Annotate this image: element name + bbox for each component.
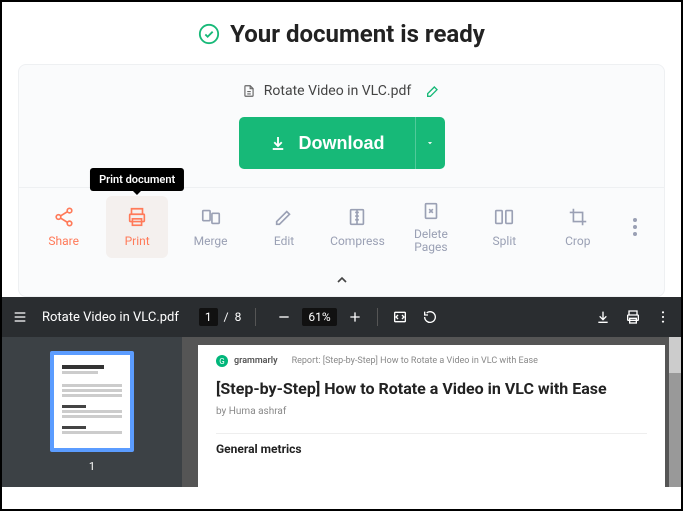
edit-icon (273, 206, 295, 228)
result-card: Rotate Video in VLC.pdf Download Share P… (18, 64, 665, 297)
toolbar-separator (255, 308, 256, 326)
toolbar-print-icon[interactable] (625, 309, 641, 325)
crop-icon (567, 206, 589, 228)
page-title: Your document is ready (230, 20, 485, 48)
menu-icon[interactable] (12, 309, 28, 325)
zoom-controls: 61% (276, 308, 362, 326)
viewer-body: 1 G grammarly Report: [Step-by-Step] How… (2, 337, 681, 487)
merge-button[interactable]: Merge (180, 196, 242, 258)
document-page: G grammarly Report: [Step-by-Step] How t… (198, 345, 665, 487)
split-label: Split (493, 234, 517, 248)
more-actions-button[interactable] (620, 196, 650, 258)
download-dropdown-caret[interactable] (415, 117, 445, 169)
rotate-icon[interactable] (422, 309, 438, 325)
doc-title: [Step-by-Step] How to Rotate a Video in … (216, 379, 647, 400)
rename-icon[interactable] (425, 83, 441, 99)
split-button[interactable]: Split (473, 196, 535, 258)
page-sep: / (224, 310, 229, 324)
viewer-title: Rotate Video in VLC.pdf (42, 310, 179, 325)
thumbnail-sidebar: 1 (2, 337, 182, 487)
page-total: 8 (235, 310, 242, 324)
edit-button[interactable]: Edit (253, 196, 315, 258)
merge-label: Merge (194, 234, 228, 248)
scrollbar-thumb[interactable] (669, 337, 681, 373)
doc-header-line: G grammarly Report: [Step-by-Step] How t… (216, 355, 647, 367)
toolbar-more-icon[interactable] (655, 309, 671, 325)
collapse-chevron-icon[interactable] (334, 272, 350, 288)
zoom-percent[interactable]: 61% (302, 308, 336, 326)
delete-pages-icon (420, 200, 442, 222)
page-indicator: 1 / 8 (199, 308, 241, 326)
doc-section-heading: General metrics (216, 433, 647, 456)
download-icon (269, 134, 287, 152)
compress-label: Compress (330, 234, 385, 248)
print-label: Print (125, 234, 150, 248)
print-tooltip: Print document (90, 168, 184, 191)
filename-text: Rotate Video in VLC.pdf (264, 83, 411, 99)
page-heading: Your document is ready (2, 2, 681, 64)
doc-report-line: Report: [Step-by-Step] How to Rotate a V… (292, 356, 538, 366)
fit-page-icon[interactable] (392, 309, 408, 325)
filename-row: Rotate Video in VLC.pdf (19, 65, 664, 103)
crop-button[interactable]: Crop (547, 196, 609, 258)
split-icon (493, 206, 515, 228)
doc-author: by Huma ashraf (216, 406, 647, 417)
crop-label: Crop (565, 234, 590, 248)
file-icon (242, 83, 256, 99)
delete-pages-button[interactable]: Delete Pages (400, 196, 462, 258)
thumbnail-number: 1 (89, 460, 95, 473)
pdf-viewer: Rotate Video in VLC.pdf 1 / 8 61% (2, 297, 681, 487)
zoom-in-icon[interactable] (347, 309, 363, 325)
document-panel[interactable]: G grammarly Report: [Step-by-Step] How t… (182, 337, 681, 487)
print-icon (126, 206, 148, 228)
caret-down-icon (425, 138, 435, 148)
delete-pages-label: Delete Pages (414, 228, 448, 254)
print-button[interactable]: Print document Print (106, 196, 168, 258)
edit-label: Edit (274, 234, 294, 248)
document-scrollbar[interactable] (669, 337, 681, 487)
viewer-toolbar: Rotate Video in VLC.pdf 1 / 8 61% (2, 297, 681, 337)
toolbar-separator (377, 308, 378, 326)
compress-icon (346, 206, 368, 228)
merge-icon (200, 206, 222, 228)
share-label: Share (48, 234, 79, 248)
page-thumbnail[interactable] (50, 351, 134, 452)
check-circle-icon (198, 23, 220, 45)
actions-bar: Share Print document Print Merge Edit Co… (19, 187, 664, 266)
share-icon (53, 206, 75, 228)
download-label: Download (299, 133, 385, 154)
zoom-out-icon[interactable] (276, 309, 292, 325)
share-button[interactable]: Share (33, 196, 95, 258)
toolbar-download-icon[interactable] (595, 309, 611, 325)
doc-brand: grammarly (234, 356, 278, 366)
download-button[interactable]: Download (239, 117, 445, 169)
compress-button[interactable]: Compress (326, 196, 388, 258)
page-current-input[interactable]: 1 (199, 308, 218, 326)
grammarly-icon: G (216, 355, 228, 367)
